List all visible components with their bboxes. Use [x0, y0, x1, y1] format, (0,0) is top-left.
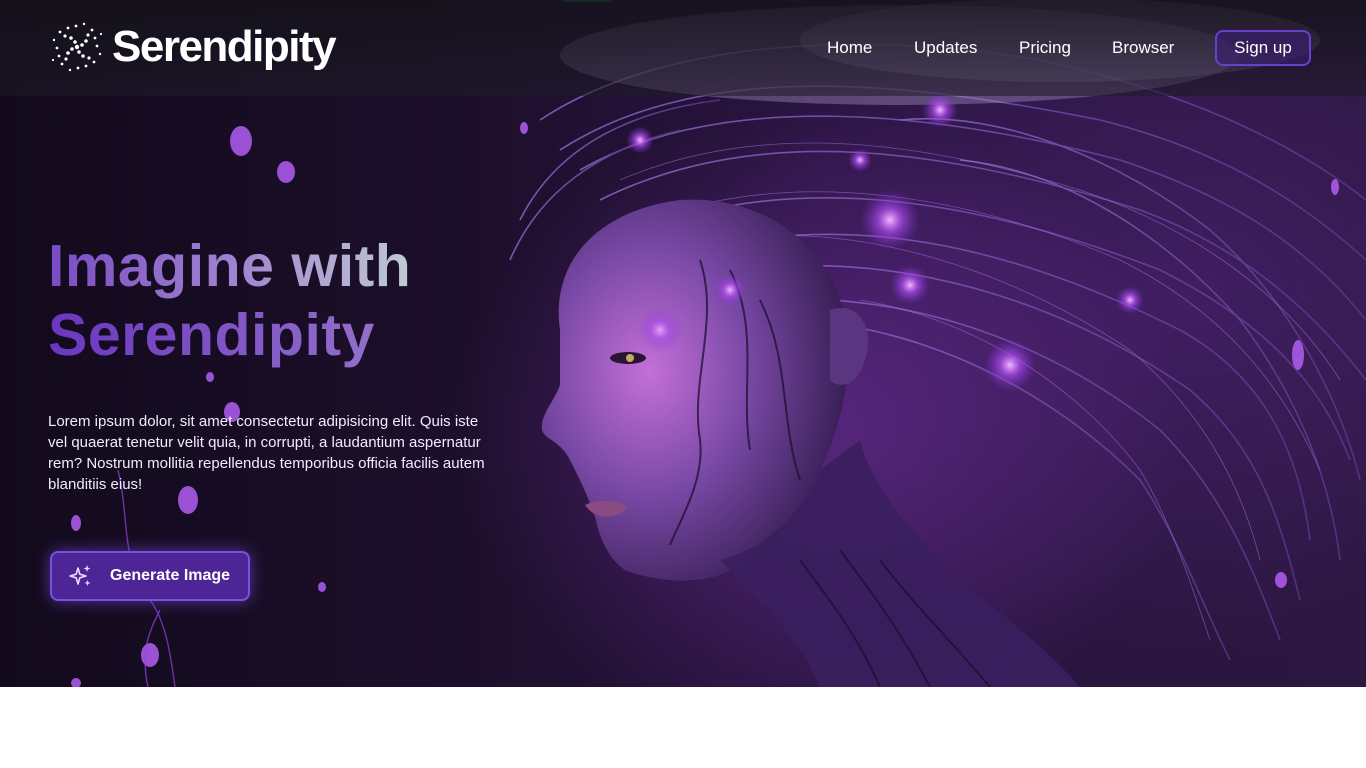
nav-item-pricing[interactable]: Pricing	[1019, 30, 1071, 66]
nav-item-home[interactable]: Home	[827, 30, 872, 66]
nav-item-browser[interactable]: Browser	[1112, 30, 1174, 66]
generate-image-label: Generate Image	[110, 567, 231, 584]
navbar: Serendipity Home Updates Pricing Browser…	[0, 0, 1366, 96]
hero-section: Serendipity Home Updates Pricing Browser…	[0, 0, 1366, 687]
signup-button[interactable]: Sign up	[1215, 30, 1311, 66]
hero-heading-line2: Serendipity	[48, 301, 508, 370]
brand-name: Serendipity	[112, 22, 337, 71]
generate-image-button[interactable]: Generate Image	[50, 551, 250, 601]
spiral-dots-logo-icon	[51, 22, 103, 72]
hero-description: Lorem ipsum dolor, sit amet consectetur …	[48, 413, 485, 493]
sparkles-icon	[69, 565, 91, 586]
brand[interactable]: Serendipity	[48, 16, 337, 78]
hero-heading: Imagine with Serendipity	[48, 232, 508, 370]
nav-item-updates[interactable]: Updates	[914, 30, 977, 66]
hero-heading-line1: Imagine with	[48, 232, 508, 301]
